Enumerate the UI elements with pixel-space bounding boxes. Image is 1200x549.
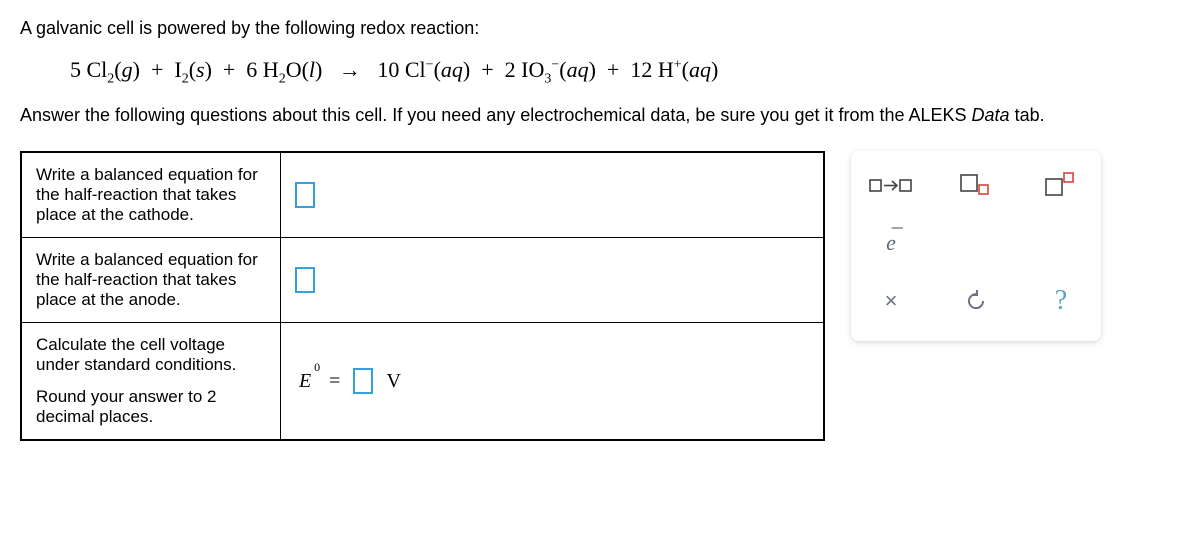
prompt-text: Answer the following questions about thi… — [20, 105, 1180, 126]
voltage-expression: E0 = V — [299, 368, 809, 394]
e-variable: E0 — [299, 370, 311, 393]
close-icon: × — [885, 288, 898, 314]
tool-empty — [952, 223, 1000, 263]
subscript-tool[interactable] — [952, 165, 1000, 205]
reset-icon — [964, 289, 988, 313]
cathode-input[interactable] — [295, 182, 315, 208]
help-button[interactable]: ? — [1037, 281, 1085, 321]
cathode-label: Write a balanced equation for the half-r… — [21, 152, 280, 238]
question-table: Write a balanced equation for the half-r… — [20, 151, 825, 441]
table-row: Write a balanced equation for the half-r… — [21, 238, 824, 323]
table-row: Write a balanced equation for the half-r… — [21, 152, 824, 238]
anode-input[interactable] — [295, 267, 315, 293]
tool-empty — [1037, 223, 1085, 263]
reset-button[interactable] — [952, 281, 1000, 321]
voltage-label: Calculate the cell voltage under standar… — [21, 323, 280, 441]
equals-sign: = — [329, 370, 340, 393]
voltage-input[interactable] — [353, 368, 373, 394]
volt-unit: V — [386, 370, 400, 393]
redox-equation: 5 Cl2(g) + I2(s) + 6 H2O(l) → 10 Cl−(aq)… — [70, 57, 1180, 87]
yields-tool[interactable] — [867, 165, 915, 205]
help-icon: ? — [1055, 285, 1067, 317]
anode-label: Write a balanced equation for the half-r… — [21, 238, 280, 323]
clear-button[interactable]: × — [867, 281, 915, 321]
toolbox-panel: e− × ? — [851, 151, 1101, 341]
electron-tool[interactable]: e− — [867, 223, 915, 263]
superscript-tool[interactable] — [1037, 165, 1085, 205]
intro-text: A galvanic cell is powered by the follow… — [20, 18, 1180, 39]
table-row: Calculate the cell voltage under standar… — [21, 323, 824, 441]
